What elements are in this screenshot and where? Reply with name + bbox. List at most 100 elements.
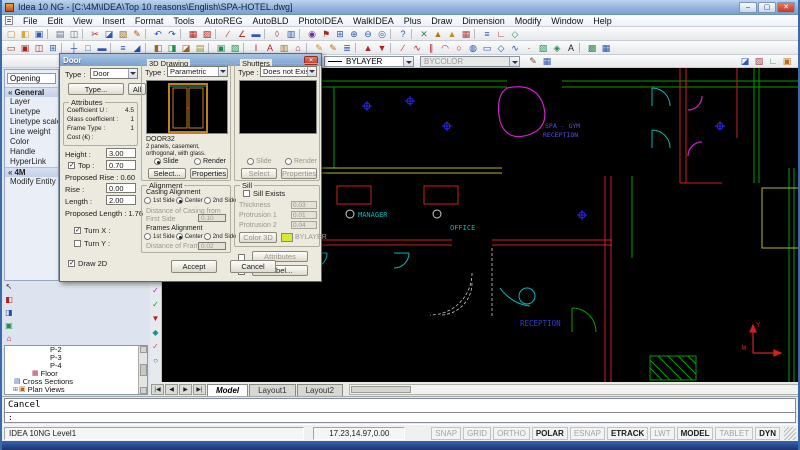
parallel-icon[interactable]: ∥ xyxy=(424,42,438,54)
zoom-extents-icon[interactable]: ◎ xyxy=(375,28,389,40)
palette-row[interactable]: Linetype xyxy=(5,107,58,117)
scroll-thumb[interactable] xyxy=(351,386,411,393)
edit-line-icon[interactable]: ∕ xyxy=(221,28,235,40)
length-input[interactable]: 2.00 xyxy=(106,195,136,205)
command-history[interactable]: Cancel xyxy=(4,398,796,413)
toolbar-separator[interactable] xyxy=(474,29,479,39)
toolbar-separator[interactable] xyxy=(355,43,360,53)
eraser-icon[interactable]: ◊ xyxy=(270,28,284,40)
italic-text-icon[interactable]: I xyxy=(249,42,263,54)
check-drawing-icon[interactable]: ▦ xyxy=(186,28,200,40)
toggle-esnap[interactable]: ESNAP xyxy=(570,427,605,440)
horizontal-scrollbar[interactable] xyxy=(349,384,800,395)
zoom-out-icon[interactable]: ⊖ xyxy=(361,28,375,40)
frames-distance-input[interactable]: 0.02 xyxy=(198,242,226,250)
tab-last-button[interactable]: ▶| xyxy=(193,384,206,395)
menu-plus[interactable]: Plus xyxy=(399,16,427,26)
resize-grip[interactable] xyxy=(784,427,796,440)
menu-insert[interactable]: Insert xyxy=(97,16,130,26)
balcony-door-icon[interactable]: ◪ xyxy=(179,42,193,54)
palette-row[interactable]: Color xyxy=(5,137,58,147)
polygon-icon[interactable]: ◇ xyxy=(494,42,508,54)
format-painter-icon[interactable]: ✎ xyxy=(130,28,144,40)
menu-autobld[interactable]: AutoBLD xyxy=(247,16,293,26)
level-icon[interactable]: ▲ xyxy=(445,28,459,40)
accept-button[interactable]: Accept xyxy=(171,260,217,273)
menu-modify[interactable]: Modify xyxy=(510,16,547,26)
palette-row[interactable]: Handle xyxy=(5,147,58,157)
alignment-radio[interactable]: 2nd Side xyxy=(204,197,237,204)
sill-row-input[interactable]: 0.04 xyxy=(291,221,317,229)
linetype-dropdown[interactable]: BYLAYER xyxy=(324,56,414,67)
toolbar-separator[interactable] xyxy=(243,43,248,53)
chevron-down-icon[interactable] xyxy=(509,57,519,66)
rectangle-icon[interactable]: ▭ xyxy=(480,42,494,54)
scroll-down-icon[interactable] xyxy=(140,387,147,394)
type-button[interactable]: Type... xyxy=(68,83,124,95)
beam-icon[interactable]: ▬ xyxy=(95,42,109,54)
hatch-icon[interactable]: ▨ xyxy=(536,42,550,54)
spline-icon[interactable]: ∿ xyxy=(508,42,522,54)
rise-input[interactable]: 0.00 xyxy=(106,183,136,193)
group-icon[interactable]: ▧ xyxy=(752,55,766,67)
polyline-icon[interactable]: ∿ xyxy=(410,42,424,54)
tab-prev-button[interactable]: ◀ xyxy=(165,384,178,395)
check-sheet-icon[interactable]: ▨ xyxy=(200,28,214,40)
toolbar-separator[interactable] xyxy=(61,43,66,53)
toolbar-separator[interactable] xyxy=(579,43,584,53)
toolbar-separator[interactable] xyxy=(390,43,395,53)
color-table-icon[interactable]: ▦ xyxy=(540,55,554,67)
measure-icon[interactable]: ∟ xyxy=(766,55,780,67)
toolbar-separator[interactable] xyxy=(110,43,115,53)
clipboard-icon[interactable]: ▥ xyxy=(277,42,291,54)
menu-file[interactable]: File xyxy=(18,16,43,26)
door-type-dropdown[interactable]: Door xyxy=(90,68,138,79)
tree-row[interactable]: ▤Cross Sections xyxy=(5,378,147,386)
pencil-orange-icon[interactable]: ✎ xyxy=(326,42,340,54)
scroll-up-icon[interactable] xyxy=(140,346,147,353)
layers-icon[interactable]: ≡ xyxy=(480,28,494,40)
render-icon[interactable]: ◉ xyxy=(305,28,319,40)
line-icon[interactable]: ∕ xyxy=(396,42,410,54)
palette-row[interactable]: «4M xyxy=(5,167,58,177)
turn-y-checkbox[interactable]: Turn Y : xyxy=(74,239,110,248)
layout-tab[interactable]: Layout2 xyxy=(297,384,343,396)
render-radio[interactable]: Render xyxy=(194,158,226,165)
wall-vertical-icon[interactable]: ◧ xyxy=(4,295,14,305)
palette-row[interactable]: «General xyxy=(5,87,58,97)
alignment-radio[interactable]: Center xyxy=(176,197,203,204)
toggle-dyn[interactable]: DYN xyxy=(755,427,780,440)
window-tool-icon[interactable]: ◨ xyxy=(165,42,179,54)
toolbar-separator[interactable] xyxy=(145,29,150,39)
undo-icon[interactable]: ↶ xyxy=(151,28,165,40)
toolbar-separator[interactable] xyxy=(264,29,269,39)
command-input[interactable]: : xyxy=(4,413,796,423)
toolbar-separator[interactable] xyxy=(208,43,213,53)
roof-icon[interactable]: ⌂ xyxy=(291,42,305,54)
attribute-icon[interactable]: A xyxy=(263,42,277,54)
block-icon[interactable]: ◈ xyxy=(550,42,564,54)
chevron-down-icon[interactable] xyxy=(307,67,316,76)
ucs-icon[interactable]: ∟ xyxy=(494,28,508,40)
region-icon[interactable]: ▩ xyxy=(585,42,599,54)
alignment-radio[interactable]: Center xyxy=(176,233,203,240)
edit-angle-icon[interactable]: ∠ xyxy=(235,28,249,40)
cancel-button[interactable]: Cancel xyxy=(230,260,276,273)
door-vertical-icon[interactable]: ▣ xyxy=(4,321,14,331)
top-input[interactable]: 0.70 xyxy=(106,160,136,170)
roof-vertical-icon[interactable]: ⌂ xyxy=(4,334,14,344)
menu-window[interactable]: Window xyxy=(546,16,588,26)
info-icon[interactable]: ▣ xyxy=(780,55,794,67)
copy-floor-icon[interactable]: ▣ xyxy=(214,42,228,54)
tab-first-button[interactable]: |◀ xyxy=(151,384,164,395)
menu-draw[interactable]: Draw xyxy=(426,16,457,26)
osnap-icon[interactable]: ◇ xyxy=(508,28,522,40)
restore-button[interactable]: ▢ xyxy=(758,2,776,13)
triangle-red-icon[interactable]: ▼ xyxy=(151,314,161,324)
toolbar-separator[interactable] xyxy=(47,29,52,39)
toggle-polar[interactable]: POLAR xyxy=(532,427,568,440)
palette-row[interactable]: Linetype scale xyxy=(5,117,58,127)
palette-row[interactable]: Modify Entity xyxy=(5,177,58,187)
tree-row[interactable]: ⊞▣Plan Views xyxy=(5,386,147,394)
redo-icon[interactable]: ↷ xyxy=(165,28,179,40)
